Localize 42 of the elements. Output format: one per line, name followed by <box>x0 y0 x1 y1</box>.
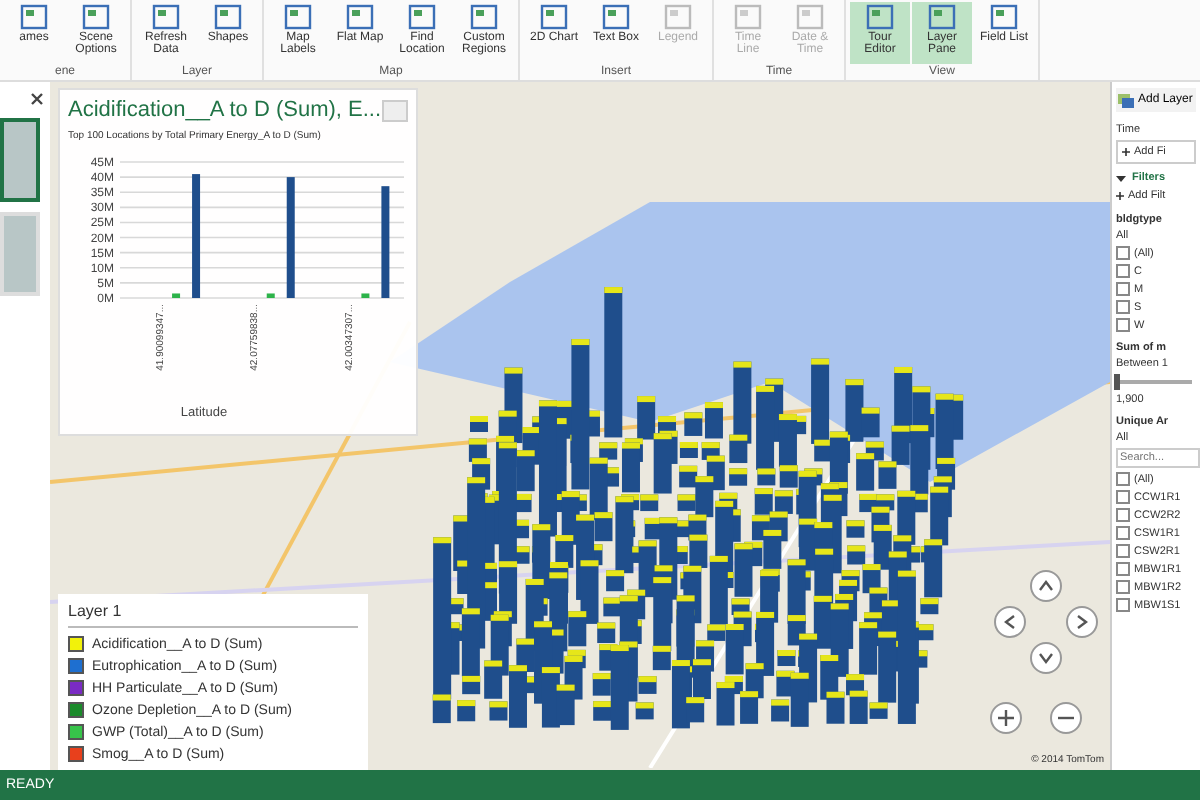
panel-icon <box>82 4 110 30</box>
checkbox[interactable] <box>1116 580 1130 594</box>
panel-icon <box>540 4 568 30</box>
checkbox[interactable] <box>1116 264 1130 278</box>
chevron-up-icon <box>1038 578 1054 594</box>
plus-icon <box>998 710 1014 726</box>
checkbox[interactable] <box>1116 562 1130 576</box>
panel-icon <box>928 4 956 30</box>
panel-icon <box>214 4 242 30</box>
panel-icon <box>602 4 630 30</box>
checkbox[interactable] <box>1116 598 1130 612</box>
slider-handle[interactable] <box>1114 374 1120 390</box>
expand-triangle-icon[interactable] <box>1116 173 1126 183</box>
checkbox[interactable] <box>1116 526 1130 540</box>
panel-icon <box>990 4 1018 30</box>
checkbox[interactable] <box>1116 318 1130 332</box>
panel-icon <box>866 4 894 30</box>
chevron-right-icon <box>1074 614 1090 630</box>
checkbox[interactable] <box>1116 508 1130 522</box>
plus-icon <box>1116 192 1124 200</box>
panel-icon <box>664 4 692 30</box>
legend-title: Layer 1 <box>68 602 358 628</box>
chevron-down-icon <box>1038 650 1054 666</box>
panel-icon <box>152 4 180 30</box>
panel-icon <box>408 4 436 30</box>
panel-icon <box>734 4 762 30</box>
panel-icon <box>796 4 824 30</box>
checkbox[interactable] <box>1116 282 1130 296</box>
chart-title: Acidification__A to D (Sum), E... <box>68 98 382 122</box>
checkbox[interactable] <box>1116 544 1130 558</box>
panel-icon <box>284 4 312 30</box>
panel-icon <box>20 4 48 30</box>
panel-icon <box>470 4 498 30</box>
plus-icon <box>1122 148 1130 156</box>
checkbox[interactable] <box>1116 246 1130 260</box>
checkbox[interactable] <box>1116 472 1130 486</box>
checkbox[interactable] <box>1116 300 1130 314</box>
layers-icon <box>1118 92 1134 108</box>
checkbox[interactable] <box>1116 490 1130 504</box>
scene-thumbnail[interactable] <box>0 118 40 202</box>
panel-icon <box>346 4 374 30</box>
chevron-left-icon <box>1002 614 1018 630</box>
